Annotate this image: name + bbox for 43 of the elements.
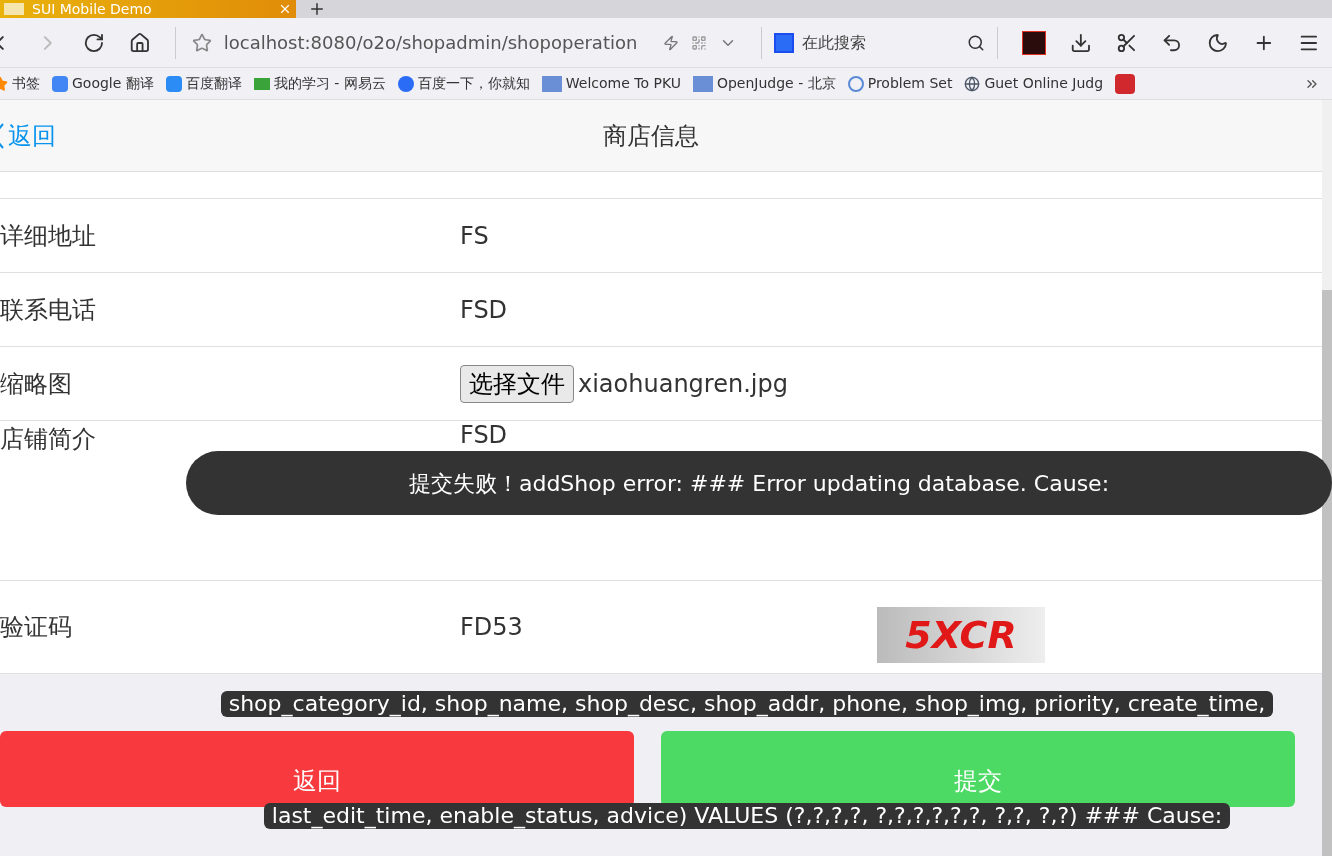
address-bar[interactable]: localhost:8080/o2o/shopadmin/shopoperation — [174, 26, 738, 59]
search-icon[interactable] — [967, 33, 986, 52]
bookmark-link[interactable]: 我的学习 - 网易云 — [273, 73, 386, 94]
search-placeholder: 在此搜索 — [802, 31, 868, 54]
reload-icon[interactable] — [83, 31, 106, 54]
tab-title: SUI Mobile Demo — [32, 2, 153, 16]
lightning-icon[interactable] — [663, 34, 680, 51]
bookmark-link[interactable]: 百度翻译 — [185, 73, 242, 94]
file-name: xiaohuangren.jpg — [578, 368, 788, 400]
field-value[interactable]: FSD — [460, 291, 508, 328]
bookmark-link[interactable]: OpenJudge - 北京 — [716, 73, 836, 94]
bookmark-link[interactable]: Google 翻译 — [72, 73, 154, 94]
field-label: 店铺简介 — [0, 425, 96, 453]
globe-icon — [964, 75, 981, 92]
bookmark-link[interactable]: 书签 — [12, 73, 40, 94]
field-label: 验证码 — [0, 613, 72, 641]
search-field[interactable]: 在此搜索 — [761, 26, 999, 59]
address-text: localhost:8080/o2o/shopadmin/shopoperation — [223, 31, 639, 55]
error-toast: 提交失败！addShop error: ### Error updating database. Cause: — [186, 451, 1332, 515]
bookmark-link[interactable]: 百度一下，你就知 — [417, 73, 530, 94]
download-icon[interactable] — [1069, 31, 1092, 54]
moon-icon[interactable] — [1206, 31, 1229, 54]
bookmark-star-icon[interactable] — [191, 32, 212, 53]
choose-file-button[interactable]: 选择文件 — [460, 364, 574, 403]
scissors-icon[interactable] — [1115, 31, 1138, 54]
scrollbar[interactable] — [1322, 100, 1332, 856]
home-icon[interactable] — [129, 31, 151, 54]
bookmark-link[interactable]: Guet Online Judg — [984, 73, 1104, 94]
close-icon[interactable] — [278, 2, 292, 16]
field-label: 联系电话 — [0, 295, 96, 324]
page-title: 商店信息 — [603, 120, 699, 152]
toast-overflow-text: shop_category_id, shop_name, shop_desc, shop_addr, phone, shop_img, priority, create_time, — [220, 691, 1274, 717]
bookmark-link[interactable]: Welcome To PKU — [565, 73, 681, 94]
toast-overflow-text: last_edit_time, enable_status, advice) VALUES (?,?,?,?, ?,?,?,?,?,?, ?,?, ?,?) ### Cause: — [263, 803, 1231, 829]
action-button[interactable]: 返回 — [0, 731, 634, 807]
textarea-value[interactable]: FSD — [460, 421, 508, 449]
field-value[interactable]: FD53 — [460, 609, 877, 645]
field-label: 详细地址 — [0, 221, 96, 250]
field-value[interactable]: FS — [460, 217, 489, 254]
bookmark-link[interactable]: Problem Set — [867, 73, 953, 94]
field-label: 缩略图 — [0, 369, 72, 398]
tab-favicon — [4, 3, 24, 15]
new-tab-icon[interactable] — [308, 0, 326, 18]
